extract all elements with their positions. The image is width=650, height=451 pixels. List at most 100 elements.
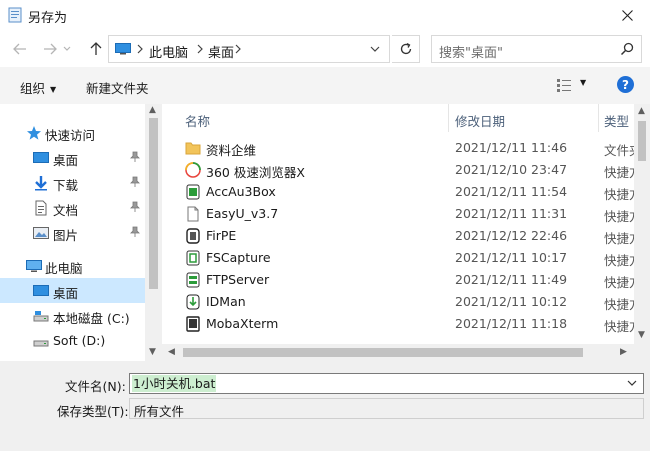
view-options-icon[interactable] [556, 77, 572, 93]
nav-scrollbar[interactable]: ▲ ▼ [145, 104, 162, 361]
nav-item-documents[interactable]: 文档 [0, 195, 145, 220]
file-date: 2021/12/11 11:54 [455, 184, 568, 199]
caret-down-icon[interactable]: ▼ [580, 78, 586, 87]
scroll-up-icon[interactable]: ▲ [638, 106, 645, 116]
browser-icon [185, 162, 201, 178]
file-row[interactable]: 资料企维 2021/12/11 11:46 文件夹 [162, 137, 634, 159]
new-folder-button[interactable]: 新建文件夹 [86, 78, 149, 97]
nav-item-desktop[interactable]: 桌面 [0, 278, 145, 303]
save-dialog-icon [8, 7, 22, 23]
file-row[interactable]: FirPE 2021/12/12 22:46 快捷方式 [162, 225, 634, 247]
pin-icon [130, 176, 140, 187]
download-icon [35, 176, 47, 191]
drive-icon [33, 340, 49, 347]
filename-value: 1小时关机.bat [132, 375, 217, 392]
nav-scroll-thumb[interactable] [149, 118, 158, 289]
desktop-icon [33, 285, 49, 296]
file-row[interactable]: 360 极速浏览器X 2021/12/10 23:47 快捷方式 [162, 159, 634, 181]
file-list-vertical-scrollbar[interactable]: ▲ ▼ [634, 104, 650, 361]
file-row[interactable]: EasyU_v3.7 2021/12/11 11:31 快捷方式 [162, 203, 634, 225]
close-button[interactable] [604, 0, 650, 31]
drive-icon [33, 311, 49, 322]
file-name: 360 极速浏览器X [206, 165, 305, 180]
forward-button[interactable] [40, 39, 60, 59]
file-name: EasyU_v3.7 [206, 206, 279, 221]
file-type: 快捷方式 [604, 231, 634, 246]
nav-item-downloads[interactable]: 下载 [0, 170, 145, 195]
server-icon [186, 272, 200, 288]
address-segment-desktop[interactable]: 桌面 [208, 42, 234, 61]
pin-icon [130, 151, 140, 162]
file-icon [187, 206, 199, 222]
search-input[interactable]: 搜索"桌面" [431, 35, 642, 63]
nav-label: 快速访问 [45, 128, 96, 143]
file-date: 2021/12/11 10:12 [455, 294, 568, 309]
file-type: 快捷方式 [604, 275, 634, 290]
nav-item-drive-d[interactable]: Soft (D:) [0, 328, 145, 353]
nav-item-pictures[interactable]: 图片 [0, 220, 145, 245]
refresh-icon [400, 42, 411, 55]
address-bar-row: 此电脑 桌面 搜索"桌面" [0, 31, 650, 67]
caret-down-icon: ▼ [50, 85, 57, 94]
recent-locations-button[interactable] [61, 39, 73, 59]
file-row[interactable]: IDMan 2021/12/11 10:12 快捷方式 [162, 291, 634, 313]
computer-icon [26, 260, 42, 272]
pin-icon [130, 201, 140, 212]
vertical-scroll-thumb[interactable] [638, 121, 646, 161]
window-title: 另存为 [28, 11, 68, 26]
column-header-type[interactable]: 类型 [599, 104, 634, 132]
computer-icon [115, 43, 131, 55]
file-name: IDMan [206, 294, 246, 309]
nav-item-desktop-pinned[interactable]: 桌面 [0, 145, 145, 170]
arrow-right-icon [44, 43, 57, 55]
nav-item-quick-access[interactable]: 快速访问 [0, 120, 145, 145]
arrow-left-icon [13, 43, 26, 55]
star-icon [27, 126, 41, 140]
organize-button[interactable]: 组织 ▼ [20, 78, 56, 97]
chevron-down-icon[interactable] [369, 44, 381, 54]
scroll-down-icon[interactable]: ▼ [149, 347, 156, 357]
document-icon [35, 200, 47, 216]
file-row[interactable]: AccAu3Box 2021/12/11 11:54 快捷方式 [162, 181, 634, 203]
scroll-down-icon[interactable]: ▼ [638, 330, 645, 340]
file-name: MobaXterm [206, 316, 279, 331]
nav-label: 下载 [53, 178, 79, 193]
scroll-left-icon[interactable]: ◀ [168, 347, 175, 357]
search-placeholder: 搜索"桌面" [439, 46, 503, 61]
nav-label: 文档 [53, 203, 79, 218]
nav-label: 此电脑 [45, 261, 83, 276]
column-header-date[interactable]: 修改日期 [449, 104, 598, 132]
up-button[interactable] [86, 39, 106, 59]
file-row[interactable]: FTPServer 2021/12/11 11:49 快捷方式 [162, 269, 634, 291]
nav-item-drive-c[interactable]: 本地磁盘 (C:) [0, 303, 145, 328]
scroll-up-icon[interactable]: ▲ [149, 105, 156, 115]
address-segment-this-pc[interactable]: 此电脑 [149, 42, 188, 61]
file-list-horizontal-scrollbar[interactable]: ◀ ▶ [162, 344, 634, 361]
column-header-name[interactable]: 名称 [162, 104, 448, 132]
file-type: 快捷方式 [604, 319, 634, 334]
file-name: FTPServer [206, 272, 270, 287]
address-box[interactable]: 此电脑 桌面 [108, 35, 390, 63]
file-type: 快捷方式 [604, 187, 634, 202]
file-date: 2021/12/10 23:47 [455, 162, 568, 177]
file-date: 2021/12/11 11:49 [455, 272, 568, 287]
title-bar: 另存为 [0, 0, 650, 31]
filetype-select[interactable]: 所有文件 [129, 398, 644, 419]
horizontal-scroll-thumb[interactable] [183, 348, 583, 357]
file-row[interactable]: MobaXterm 2021/12/11 11:18 快捷方式 [162, 313, 634, 335]
file-date: 2021/12/11 11:18 [455, 316, 568, 331]
refresh-button[interactable] [392, 35, 420, 63]
scroll-right-icon[interactable]: ▶ [620, 347, 627, 357]
file-date: 2021/12/11 11:31 [455, 206, 568, 221]
nav-item-this-pc[interactable]: 此电脑 [0, 253, 145, 278]
desktop-icon [33, 152, 49, 163]
file-row[interactable]: FSCapture 2021/12/11 10:17 快捷方式 [162, 247, 634, 269]
filename-input[interactable]: 1小时关机.bat [129, 373, 644, 394]
nav-label: 本地磁盘 (C:) [53, 311, 130, 326]
help-button[interactable]: ? [617, 76, 634, 93]
back-button[interactable] [10, 39, 30, 59]
chevron-down-icon[interactable] [627, 378, 637, 388]
filetype-value: 所有文件 [134, 404, 185, 419]
chevron-right-icon [235, 44, 241, 54]
arrow-up-icon [90, 42, 102, 55]
